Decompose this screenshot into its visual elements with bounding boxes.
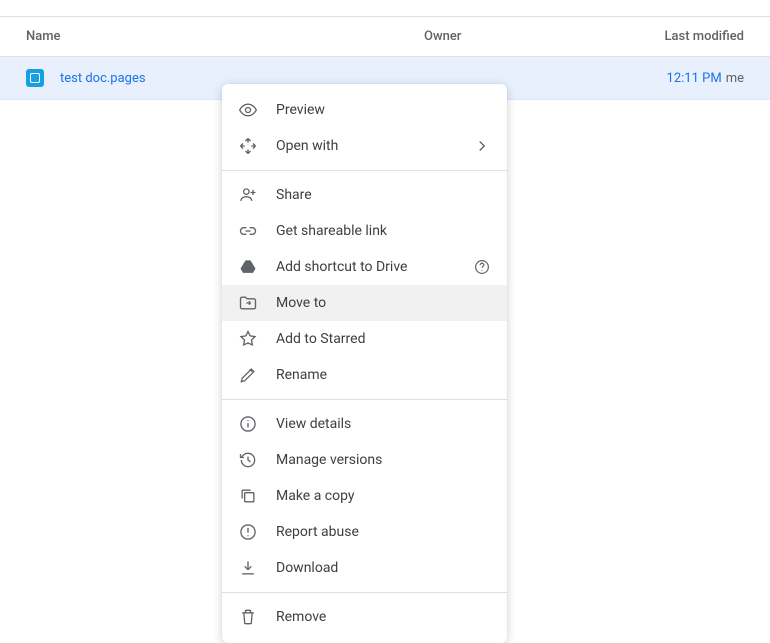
menu-label: Remove: [276, 609, 491, 625]
menu-label: Get shareable link: [276, 223, 491, 239]
menu-manage-versions[interactable]: Manage versions: [222, 442, 507, 478]
history-icon: [238, 450, 258, 470]
menu-separator: [222, 399, 507, 400]
person-add-icon: [238, 185, 258, 205]
menu-separator: [222, 170, 507, 171]
menu-label: Move to: [276, 295, 491, 311]
menu-label: Make a copy: [276, 488, 491, 504]
menu-label: Rename: [276, 367, 491, 383]
menu-view-details[interactable]: View details: [222, 406, 507, 442]
folder-move-icon: [238, 293, 258, 313]
info-icon: [238, 414, 258, 434]
modified-by: me: [722, 71, 744, 86]
menu-label: Download: [276, 560, 491, 576]
drive-icon: [238, 257, 258, 277]
menu-open-with[interactable]: Open with: [222, 128, 507, 164]
file-list-header: Name Owner Last modified: [0, 17, 770, 57]
trash-icon: [238, 607, 258, 627]
help-icon[interactable]: [473, 258, 491, 276]
menu-label: Add shortcut to Drive: [276, 259, 491, 275]
link-icon: [238, 221, 258, 241]
chevron-right-icon: [473, 137, 491, 155]
pencil-icon: [238, 365, 258, 385]
context-menu: Preview Open with Share Get shareable li…: [222, 84, 507, 643]
menu-share[interactable]: Share: [222, 177, 507, 213]
menu-label: View details: [276, 416, 491, 432]
menu-label: Open with: [276, 138, 473, 154]
open-with-icon: [238, 136, 258, 156]
menu-get-link[interactable]: Get shareable link: [222, 213, 507, 249]
file-name: test doc.pages: [60, 71, 146, 86]
menu-star[interactable]: Add to Starred: [222, 321, 507, 357]
star-icon: [238, 329, 258, 349]
copy-icon: [238, 486, 258, 506]
menu-label: Share: [276, 187, 491, 203]
menu-label: Add to Starred: [276, 331, 491, 347]
download-icon: [238, 558, 258, 578]
file-modified: 12:11 PMme: [604, 71, 744, 86]
menu-remove[interactable]: Remove: [222, 599, 507, 635]
col-header-name[interactable]: Name: [26, 29, 424, 44]
col-header-modified[interactable]: Last modified: [604, 29, 744, 44]
menu-make-copy[interactable]: Make a copy: [222, 478, 507, 514]
menu-download[interactable]: Download: [222, 550, 507, 586]
menu-rename[interactable]: Rename: [222, 357, 507, 393]
menu-preview[interactable]: Preview: [222, 92, 507, 128]
menu-add-shortcut[interactable]: Add shortcut to Drive: [222, 249, 507, 285]
eye-icon: [238, 100, 258, 120]
menu-separator: [222, 592, 507, 593]
menu-label: Report abuse: [276, 524, 491, 540]
col-header-owner[interactable]: Owner: [424, 29, 604, 44]
menu-move-to[interactable]: Move to: [222, 285, 507, 321]
modified-time: 12:11 PM: [667, 71, 722, 86]
menu-label: Manage versions: [276, 452, 491, 468]
file-type-icon: [26, 69, 44, 87]
report-icon: [238, 522, 258, 542]
menu-label: Preview: [276, 102, 491, 118]
